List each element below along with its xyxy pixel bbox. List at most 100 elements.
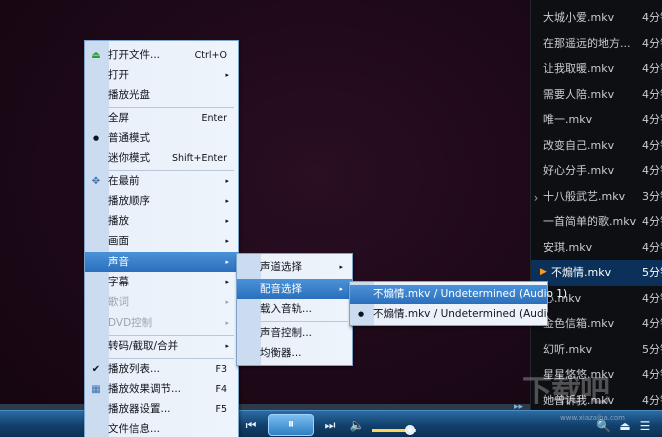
playlist-item-name: 一首简单的歌.mkv bbox=[543, 215, 637, 228]
submenu-arrow-icon: ▸ bbox=[225, 319, 229, 327]
menu-item-label: 字幕 bbox=[108, 276, 129, 288]
playlist-item-name: 让我取暖.mkv bbox=[543, 62, 615, 75]
playlist-item-name: 安琪.mkv bbox=[543, 240, 593, 254]
playlist-item[interactable]: 改变自己.mkv 4分钟 bbox=[531, 133, 662, 159]
menu-item-label: 播放顺序 bbox=[108, 195, 150, 207]
playlist-menu-icon[interactable]: ☰ bbox=[638, 416, 652, 434]
menu-item-label: 画面 bbox=[108, 235, 129, 247]
menu-item-play-order[interactable]: 播放顺序 ▸ bbox=[85, 193, 238, 210]
checkmark-icon: ✔ bbox=[91, 364, 101, 375]
menu-item-hotkey: F3 bbox=[215, 364, 227, 375]
watermark-url: www.xiazaiba.com bbox=[560, 414, 625, 422]
playlist-item[interactable]: 安琪.mkv 4分钟 bbox=[531, 235, 662, 261]
now-playing-icon: ▶ bbox=[540, 267, 547, 277]
menu-item-subtitle[interactable]: 字幕 ▸ bbox=[85, 274, 238, 291]
menu-separator bbox=[109, 358, 234, 359]
volume-knob[interactable] bbox=[405, 425, 415, 435]
menu-item-label: 打开文件... bbox=[108, 49, 161, 61]
menu-item-label: 歌词 bbox=[108, 296, 129, 308]
menu-item-label: 在最前 bbox=[108, 175, 140, 187]
menu-item-label: 声音控制... bbox=[260, 327, 313, 339]
menu-item-audio[interactable]: 声音 ▸ bbox=[85, 252, 238, 272]
submenu-arrow-icon: ▸ bbox=[339, 263, 343, 271]
next-button[interactable]: ⏭ bbox=[321, 415, 339, 435]
playlist-panel: 大城小爱.mkv4分钟在那遥远的地方...4分钟让我取暖.mkv4分钟需要人陪.… bbox=[530, 0, 662, 410]
menu-item-channel-select[interactable]: 声道选择 ▸ bbox=[237, 258, 352, 277]
playlist-item-name: 唯一.mkv bbox=[543, 113, 593, 126]
menu-item-label: 不煽情.mkv / Undetermined (Audio 2) bbox=[373, 308, 568, 320]
menu-item-open[interactable]: 打开 ▸ bbox=[85, 67, 238, 84]
playlist-item[interactable]: 需要人陪.mkv 4分钟 bbox=[531, 82, 662, 108]
menu-item-fullscreen[interactable]: 全屏 Enter bbox=[85, 110, 238, 127]
playlist-item[interactable]: 十八般武艺.mkv 3分钟 bbox=[531, 184, 662, 210]
submenu-arrow-icon: ▸ bbox=[225, 177, 229, 185]
menu-item-load-track[interactable]: 载入音轨... bbox=[237, 300, 352, 319]
playlist-item[interactable]: ▶ 不煽情.mkv 5分钟 bbox=[531, 260, 662, 286]
menu-item-transcode[interactable]: 转码/截取/合并 ▸ bbox=[85, 338, 238, 355]
submenu-arrow-icon: ▸ bbox=[225, 197, 229, 205]
menu-item-dub-select[interactable]: 配音选择 ▸ bbox=[237, 279, 352, 299]
radio-dot-icon: ● bbox=[357, 310, 365, 318]
playlist-item-duration: 4分钟 bbox=[642, 138, 662, 152]
menu-item-file-info[interactable]: 文件信息... bbox=[85, 421, 238, 437]
menu-item-label: 不煽情.mkv / Undetermined (Audio 1) bbox=[373, 288, 568, 300]
playlist-item-duration: 4分钟 bbox=[642, 113, 662, 126]
menu-separator bbox=[109, 335, 234, 336]
volume-icon[interactable]: 🔈 bbox=[349, 415, 365, 435]
playlist-item-duration: 5分钟 bbox=[642, 342, 662, 356]
menu-item-label: 播放 bbox=[108, 215, 129, 227]
menu-item-effects[interactable]: ▦ 播放效果调节... F4 bbox=[85, 381, 238, 398]
menu-item-sound-control[interactable]: 声音控制... bbox=[237, 324, 352, 343]
menu-item-on-top[interactable]: ✥ 在最前 ▸ bbox=[85, 173, 238, 190]
playlist-collapse-icon[interactable]: › bbox=[531, 190, 541, 206]
playlist-item[interactable]: 一首简单的歌.mkv 4分钟 bbox=[531, 209, 662, 235]
playlist-item-duration: 4分钟 bbox=[642, 164, 662, 177]
playlist-item[interactable]: 大城小爱.mkv 4分钟 bbox=[531, 5, 662, 31]
dub-submenu: 不煽情.mkv / Undetermined (Audio 1) ● 不煽情.m… bbox=[349, 281, 567, 326]
menu-item-label: 声音 bbox=[108, 256, 129, 268]
playlist-item-duration: 4分钟 bbox=[642, 11, 662, 24]
playlist-item-duration: 4分钟 bbox=[642, 317, 662, 330]
menu-item-label: 播放列表... bbox=[108, 363, 161, 375]
menu-item-label: 均衡器... bbox=[260, 347, 302, 359]
menu-separator bbox=[261, 321, 348, 322]
menu-item-audio-track-1[interactable]: 不煽情.mkv / Undetermined (Audio 1) bbox=[350, 285, 567, 304]
menu-item-normal-mode[interactable]: ● 普通模式 bbox=[85, 130, 238, 147]
playlist-item-name: 需要人陪.mkv bbox=[543, 87, 615, 101]
menu-item-lyrics: 歌词 ▸ bbox=[85, 294, 238, 311]
video-area[interactable] bbox=[0, 0, 530, 437]
menu-item-mini-mode[interactable]: 迷你模式 Shift+Enter bbox=[85, 150, 238, 167]
pause-button[interactable]: ⏸ bbox=[268, 414, 314, 436]
playlist-item-duration: 5分钟 bbox=[642, 266, 662, 279]
menu-item-label: 播放效果调节... bbox=[108, 383, 182, 395]
submenu-arrow-icon: ▸ bbox=[225, 217, 229, 225]
menu-item-label: 全屏 bbox=[108, 112, 129, 124]
menu-item-play-disc[interactable]: 播放光盘 bbox=[85, 87, 238, 104]
playlist-item[interactable]: 在那遥远的地方... 4分钟 bbox=[531, 31, 662, 57]
playlist-item[interactable]: 好心分手.mkv 4分钟 bbox=[531, 158, 662, 184]
menu-item-equalizer[interactable]: 均衡器... bbox=[237, 344, 352, 363]
menu-item-label: 载入音轨... bbox=[260, 303, 313, 315]
previous-button[interactable]: ⏮ bbox=[242, 415, 260, 435]
radio-dot-icon: ● bbox=[92, 134, 100, 142]
menu-separator bbox=[109, 107, 234, 108]
menu-item-open-file[interactable]: ⏏ 打开文件... Ctrl+O bbox=[85, 47, 238, 64]
submenu-arrow-icon: ▸ bbox=[225, 342, 229, 350]
menu-item-label: 配音选择 bbox=[260, 283, 302, 295]
playlist-item[interactable]: 幻听.mkv 5分钟 bbox=[531, 337, 662, 363]
playlist-item-duration: 4分钟 bbox=[642, 240, 662, 254]
menu-item-playback[interactable]: 播放 ▸ bbox=[85, 213, 238, 230]
playlist-item[interactable]: 让我取暖.mkv 4分钟 bbox=[531, 56, 662, 82]
menu-item-picture[interactable]: 画面 ▸ bbox=[85, 233, 238, 250]
playlist-item[interactable]: 唯一.mkv 4分钟 bbox=[531, 107, 662, 133]
menu-item-audio-track-2[interactable]: ● 不煽情.mkv / Undetermined (Audio 2) bbox=[350, 305, 567, 324]
playlist-item-name: 不煽情.mkv bbox=[551, 266, 612, 279]
playlist-item-name: 在那遥远的地方... bbox=[543, 36, 631, 50]
menu-item-playlist[interactable]: ✔ 播放列表... F3 bbox=[85, 361, 238, 378]
pin-icon: ✥ bbox=[91, 176, 101, 187]
playlist-item-name: 十八般武艺.mkv bbox=[543, 189, 626, 203]
playlist-item-name: 好心分手.mkv bbox=[543, 164, 615, 177]
menu-item-settings[interactable]: 播放器设置... F5 bbox=[85, 401, 238, 418]
menu-item-hotkey: Enter bbox=[201, 113, 228, 124]
submenu-arrow-icon: ▸ bbox=[339, 285, 343, 293]
